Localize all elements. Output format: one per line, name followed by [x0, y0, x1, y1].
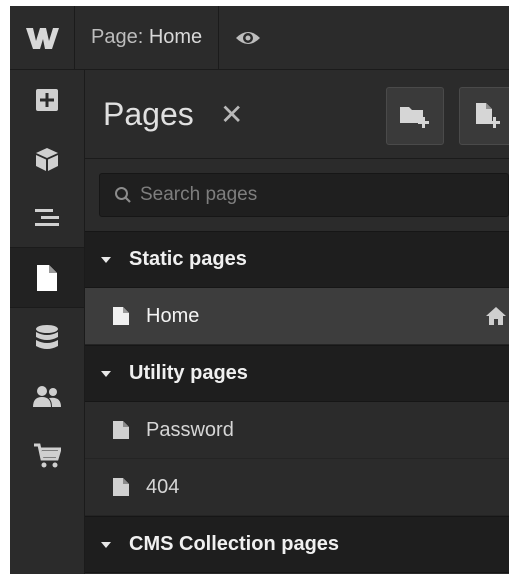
add-panel-button[interactable] — [10, 70, 84, 129]
ecommerce-button[interactable] — [10, 426, 84, 485]
page-icon — [113, 478, 129, 496]
designer-window: Page: Home Pages ✕ Search pages Static p… — [10, 6, 509, 574]
home-icon — [486, 307, 506, 325]
navigator-button[interactable] — [10, 188, 84, 247]
section-label: Utility pages — [129, 362, 248, 384]
webflow-logo[interactable] — [10, 6, 75, 69]
pages-button[interactable] — [10, 247, 84, 308]
section-static-pages[interactable]: Static pages — [85, 231, 509, 288]
caret-down-icon — [101, 256, 111, 263]
caret-down-icon — [101, 541, 111, 548]
layers-lines-icon — [35, 208, 59, 226]
page-plus-icon — [476, 103, 500, 128]
section-label: CMS Collection pages — [129, 533, 340, 555]
page-name: 404 — [146, 475, 180, 498]
pages-panel: Pages ✕ Search pages Static pages Home U… — [85, 70, 509, 574]
page-prefix: Page: — [91, 26, 144, 48]
eye-icon — [236, 31, 261, 44]
search-icon — [115, 187, 131, 203]
new-page-button[interactable] — [459, 87, 509, 145]
preview-button[interactable] — [219, 6, 277, 69]
cms-button[interactable] — [10, 308, 84, 367]
left-toolbar — [10, 70, 85, 574]
current-page-indicator[interactable]: Page: Home — [75, 6, 220, 69]
page-name: Home — [146, 304, 200, 327]
webflow-logo-icon — [26, 27, 59, 49]
section-cms-collection-pages[interactable]: CMS Collection pages — [85, 516, 509, 573]
components-button[interactable] — [10, 129, 84, 188]
section-label: Static pages — [129, 248, 247, 270]
page-icon — [113, 421, 129, 439]
search-input[interactable] — [138, 183, 502, 207]
current-page-name: Home — [148, 26, 203, 48]
page-icon — [37, 264, 57, 291]
folder-plus-icon — [400, 107, 429, 128]
users-button[interactable] — [10, 367, 84, 426]
page-icon — [113, 307, 129, 325]
caret-down-icon — [101, 370, 111, 377]
top-bar: Page: Home — [10, 6, 509, 70]
database-icon — [36, 324, 58, 349]
panel-title: Pages — [103, 95, 194, 132]
page-item-password[interactable]: Password — [85, 402, 509, 459]
page-item-home[interactable]: Home — [85, 288, 509, 345]
page-item-404[interactable]: 404 — [85, 459, 509, 516]
section-utility-pages[interactable]: Utility pages — [85, 345, 509, 402]
search-area — [85, 159, 509, 231]
panel-header: Pages ✕ — [85, 70, 509, 159]
plus-square-icon — [36, 88, 58, 111]
search-box[interactable] — [99, 173, 509, 217]
page-name: Password — [146, 418, 234, 441]
close-panel-button[interactable]: ✕ — [220, 98, 244, 131]
cube-icon — [36, 147, 58, 171]
new-folder-button[interactable] — [386, 87, 444, 145]
cart-icon — [34, 443, 61, 467]
users-icon — [33, 385, 61, 407]
